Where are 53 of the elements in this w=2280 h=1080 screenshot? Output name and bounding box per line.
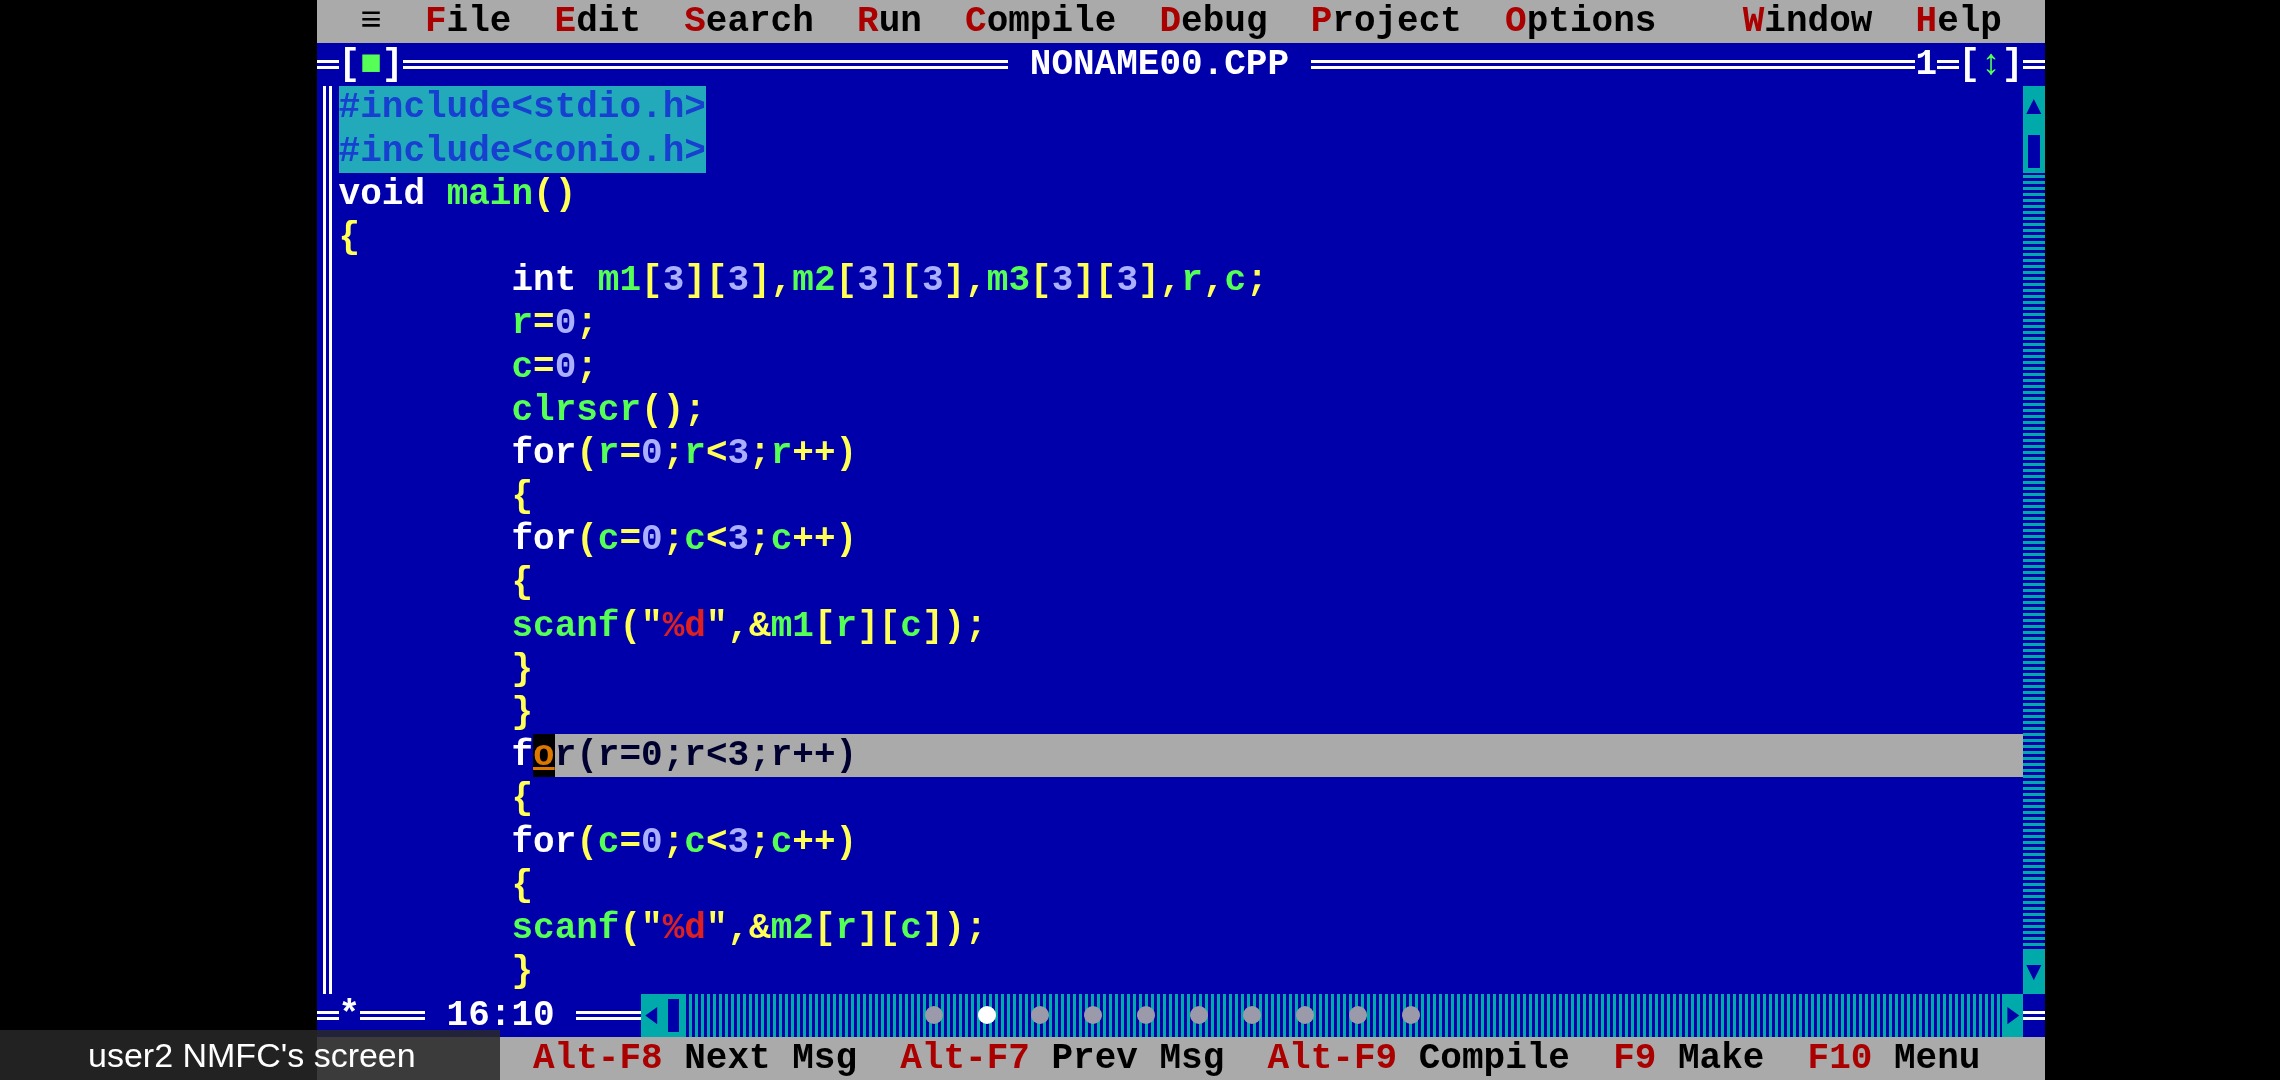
frame-border (360, 1010, 425, 1020)
code-line: } (510, 647, 534, 691)
status-hint[interactable]: Alt-F8 Next Msg (533, 1036, 858, 1080)
horizontal-scrollbar[interactable] (641, 993, 2024, 1037)
menu-item[interactable]: Debug (1159, 0, 1268, 44)
code-line: { (338, 215, 361, 260)
frame-border (317, 60, 339, 70)
frame-border (576, 1010, 641, 1020)
screen-share-label: user2 NMFC's screen (0, 1030, 500, 1080)
menu-item[interactable]: File (425, 0, 512, 44)
code-line: scanf("%d",&m1[r][c]); (510, 604, 987, 648)
scroll-up-icon[interactable] (2023, 86, 2045, 130)
code-line: int m1[3][3],m2[3][3],m3[3][3],r,c; (510, 259, 1268, 303)
zoom-button[interactable]: [↕] (1958, 43, 2024, 87)
status-hint[interactable]: Alt-F9 Compile (1267, 1036, 1570, 1080)
window-number: 1 (1915, 43, 1937, 87)
code-line: } (510, 691, 534, 735)
frame-border (2023, 60, 2045, 70)
menu-item[interactable]: Search (684, 0, 814, 44)
code-line: void main() (338, 172, 577, 216)
code-line: r=0; (510, 302, 598, 346)
system-menu[interactable]: ≡ (360, 0, 382, 44)
scroll-thumb[interactable] (2023, 129, 2045, 173)
menu-item[interactable]: Compile (965, 0, 1117, 44)
status-hint[interactable]: Alt-F7 Prev Msg (900, 1036, 1225, 1080)
frame-border (317, 1010, 339, 1020)
status-hint[interactable]: F10 Menu (1807, 1036, 1981, 1080)
frame-border (2023, 1010, 2045, 1020)
scroll-down-icon[interactable] (2023, 950, 2045, 994)
menu-item[interactable]: Run (857, 0, 922, 44)
code-line: for(c=0;c<3;c++) (510, 820, 858, 864)
vertical-scrollbar[interactable] (2023, 86, 2045, 994)
code-line: } (510, 950, 534, 994)
close-button[interactable]: [■] (338, 43, 404, 87)
code-line: clrscr(); (510, 388, 706, 432)
menu-item[interactable]: Project (1310, 0, 1462, 44)
frame-border (1937, 60, 1959, 70)
code-line: scanf("%d",&m2[r][c]); (510, 906, 987, 951)
scroll-right-icon[interactable] (2001, 993, 2024, 1037)
menu-item[interactable]: Help (1915, 0, 2002, 44)
window-title: NONAME00.CPP (1028, 43, 1291, 87)
status-hint[interactable]: F9 Make (1613, 1036, 1765, 1080)
code-line: { (510, 561, 534, 605)
code-line: c=0; (510, 345, 598, 389)
code-line: for(r=0;r<3;r++) (510, 431, 858, 476)
code-line: { (510, 863, 534, 907)
menu-item[interactable]: Window (1742, 0, 1873, 44)
scroll-left-icon[interactable] (641, 993, 663, 1037)
code-line: { (510, 777, 534, 821)
menu-item[interactable]: Options (1505, 0, 1657, 44)
code-line: for(c=0;c<3;c++) (510, 518, 858, 562)
menu-item[interactable]: Edit (554, 0, 641, 44)
code-line: { (510, 475, 534, 519)
